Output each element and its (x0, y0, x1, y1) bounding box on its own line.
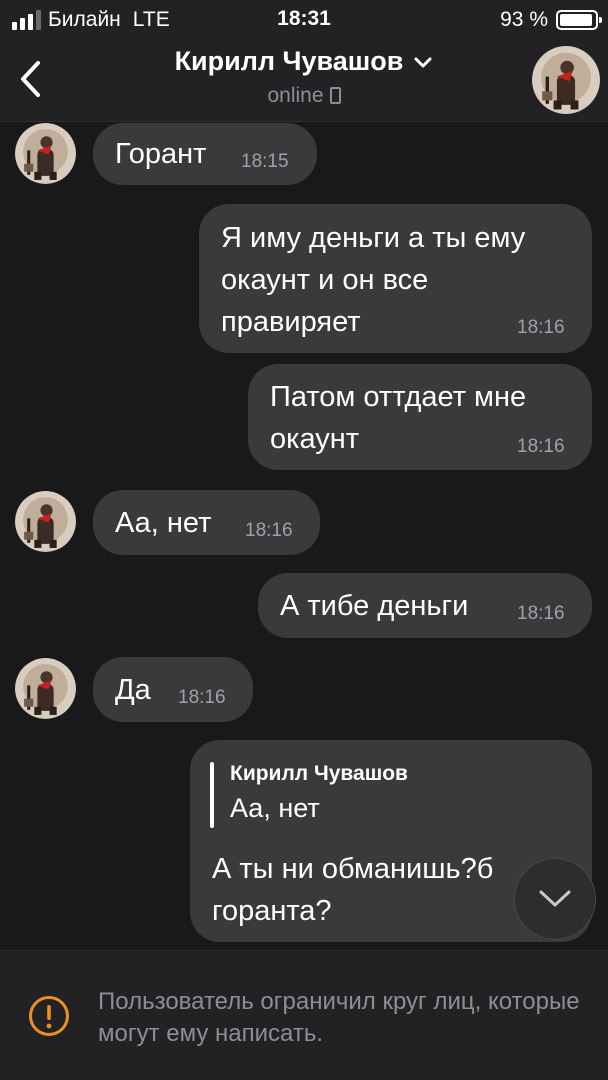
phone-icon (329, 87, 341, 104)
reply-author: Кирилл Чувашов (230, 762, 408, 785)
contact-name: Кирилл Чувашов (174, 46, 404, 76)
message-time: 18:16 (517, 317, 565, 338)
message-text: Горант (115, 138, 207, 170)
message-text-line2: горанта? (212, 895, 332, 927)
message-text: А ты ни обманишь?б (212, 853, 494, 885)
battery-percent: 93 % (500, 8, 548, 31)
contact-name-button[interactable]: Кирилл Чувашов (120, 46, 488, 77)
reply-quote-bar (210, 762, 214, 828)
contact-avatar[interactable] (532, 46, 600, 114)
chevron-left-icon (21, 61, 40, 97)
message-text: Аа, нет (115, 507, 212, 539)
message-time: 18:16 (517, 603, 565, 624)
chevron-down-icon (539, 890, 571, 907)
message-bubble-outgoing[interactable]: А тибе деньги 18:16 (258, 573, 592, 638)
message-bubble-outgoing[interactable]: Патом оттдает мне окаунт 18:16 (248, 364, 592, 470)
chat-header: Кирилл Чувашов online (0, 40, 608, 122)
message-time: 18:16 (517, 436, 565, 457)
message-text: Да (115, 674, 151, 706)
message-time: 18:16 (178, 687, 226, 708)
reply-text: Аа, нет (230, 793, 320, 823)
message-bubble-incoming[interactable]: Аа, нет 18:16 (93, 490, 320, 555)
restriction-notice-text: Пользователь ограничил круг лиц, которые… (98, 988, 580, 1047)
battery-icon (556, 10, 602, 30)
warning-circle-icon (29, 996, 69, 1036)
chevron-down-icon (414, 57, 432, 68)
scroll-down-button[interactable] (514, 858, 596, 940)
chat-screen: Билайн LTE 18:31 93 % Кирилл Чувашов onl… (0, 0, 608, 1080)
message-time: 18:15 (241, 151, 289, 172)
message-bubble-outgoing[interactable]: Я иму деньги а ты ему окаунт и он все пр… (199, 204, 592, 353)
presence-status: online (120, 84, 488, 108)
message-bubble-incoming[interactable]: Да 18:16 (93, 657, 253, 722)
message-bubble-incoming[interactable]: Горант 18:15 (93, 123, 317, 185)
status-bar: Билайн LTE 18:31 93 % (0, 0, 608, 40)
avatar[interactable] (15, 658, 76, 719)
message-time: 18:16 (245, 520, 293, 541)
avatar[interactable] (15, 491, 76, 552)
avatar[interactable] (15, 123, 76, 184)
online-label: online (267, 84, 324, 107)
restriction-notice: Пользователь ограничил круг лиц, которые… (0, 950, 608, 1080)
message-text: А тибе деньги (280, 590, 469, 622)
back-button[interactable] (10, 54, 50, 104)
